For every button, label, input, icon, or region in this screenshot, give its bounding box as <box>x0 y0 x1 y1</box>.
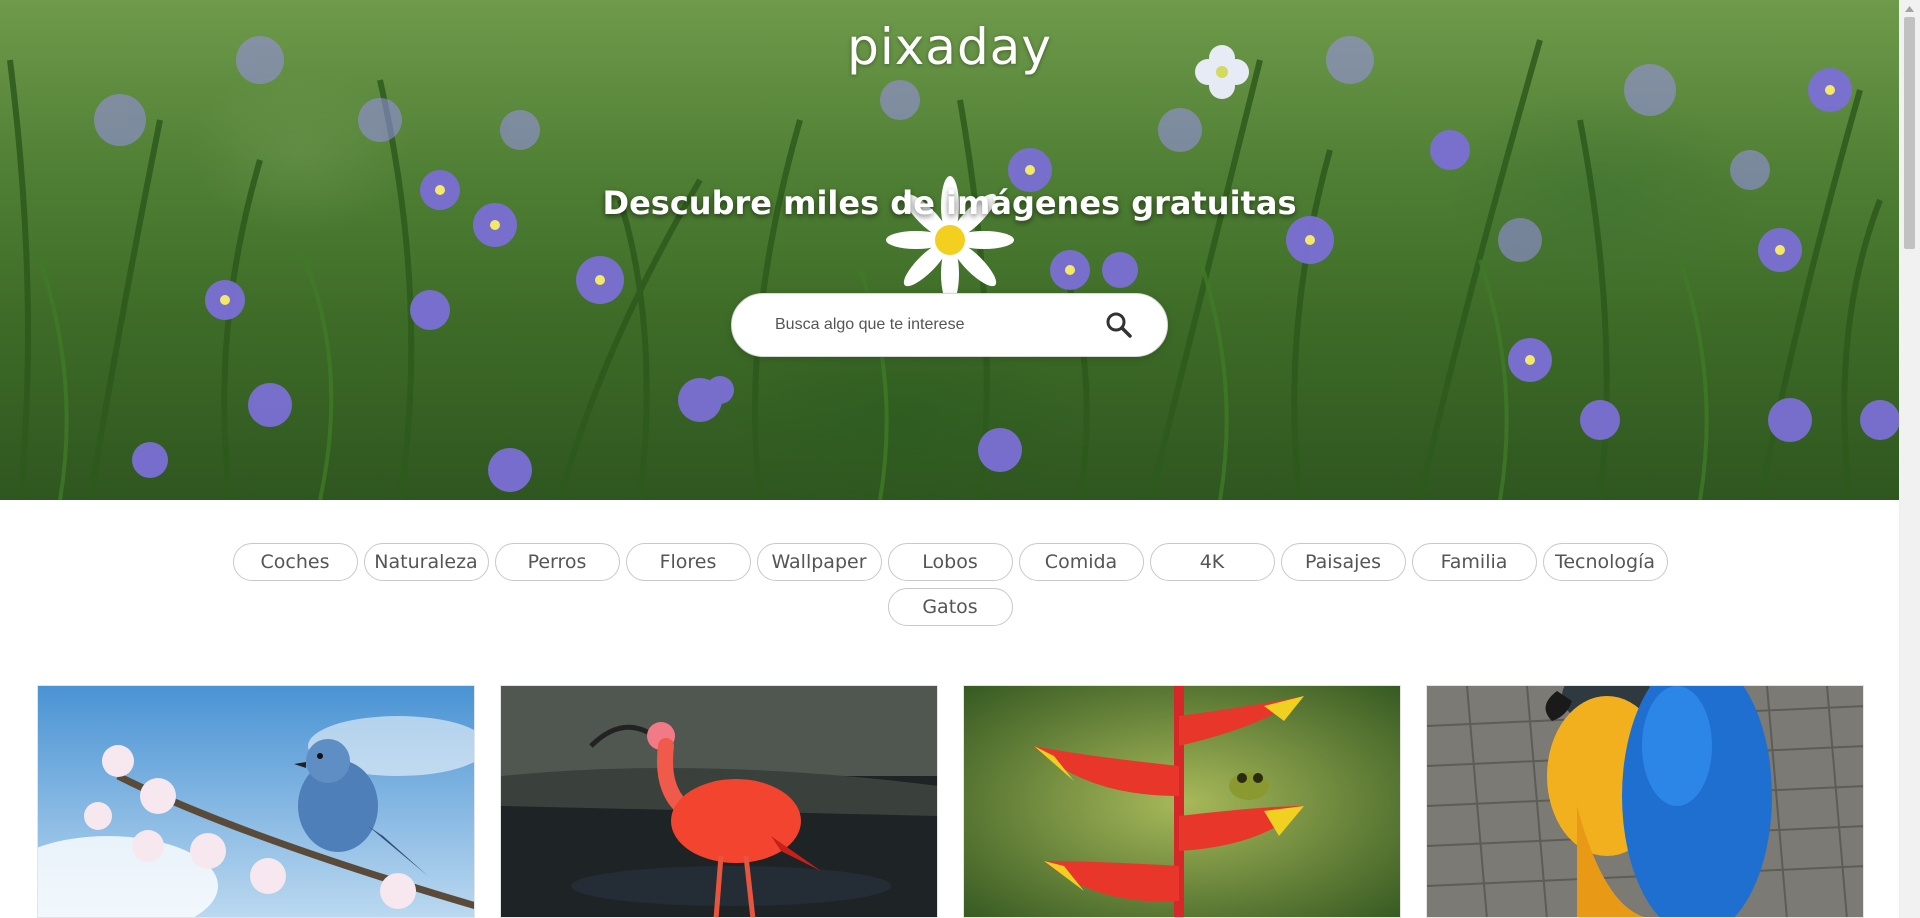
macaw-image <box>1427 686 1863 917</box>
heliconia-frog-image <box>964 686 1400 917</box>
search-bar <box>731 293 1168 357</box>
gallery-image-heliconia[interactable] <box>963 685 1401 918</box>
gallery-image-macaw[interactable] <box>1426 685 1864 918</box>
search-input[interactable] <box>732 294 1089 356</box>
tag-flores[interactable]: Flores <box>625 543 751 581</box>
tag-familia[interactable]: Familia <box>1411 543 1537 581</box>
bird-on-branch-image <box>38 686 474 917</box>
vertical-scrollbar[interactable] <box>1899 0 1920 918</box>
hero-title: Descubre miles de imágenes gratuitas <box>602 184 1297 222</box>
site-logo[interactable]: pixaday <box>0 18 1899 76</box>
hero-banner: pixaday Descubre miles de imágenes gratu… <box>0 0 1899 500</box>
tag-naturaleza[interactable]: Naturaleza <box>363 543 489 581</box>
tag-tecnologia[interactable]: Tecnología <box>1542 543 1668 581</box>
tag-paisajes[interactable]: Paisajes <box>1280 543 1406 581</box>
tag-perros[interactable]: Perros <box>494 543 620 581</box>
search-icon <box>1106 312 1132 338</box>
tag-gatos[interactable]: Gatos <box>887 588 1013 626</box>
tag-comida[interactable]: Comida <box>1018 543 1144 581</box>
gallery-image-bird-blossom[interactable] <box>37 685 475 918</box>
tag-coches[interactable]: Coches <box>232 543 358 581</box>
search-button[interactable] <box>1089 295 1149 355</box>
scrollbar-thumb[interactable] <box>1904 17 1915 249</box>
scarlet-ibis-image <box>501 686 937 917</box>
tag-lobos[interactable]: Lobos <box>887 543 1013 581</box>
gallery-image-ibis[interactable] <box>500 685 938 918</box>
tag-wallpaper[interactable]: Wallpaper <box>756 543 882 581</box>
tag-4k[interactable]: 4K <box>1149 543 1275 581</box>
category-tags: Coches Naturaleza Perros Flores Wallpape… <box>225 543 1675 626</box>
scroll-up-arrow-icon[interactable] <box>1899 0 1920 17</box>
